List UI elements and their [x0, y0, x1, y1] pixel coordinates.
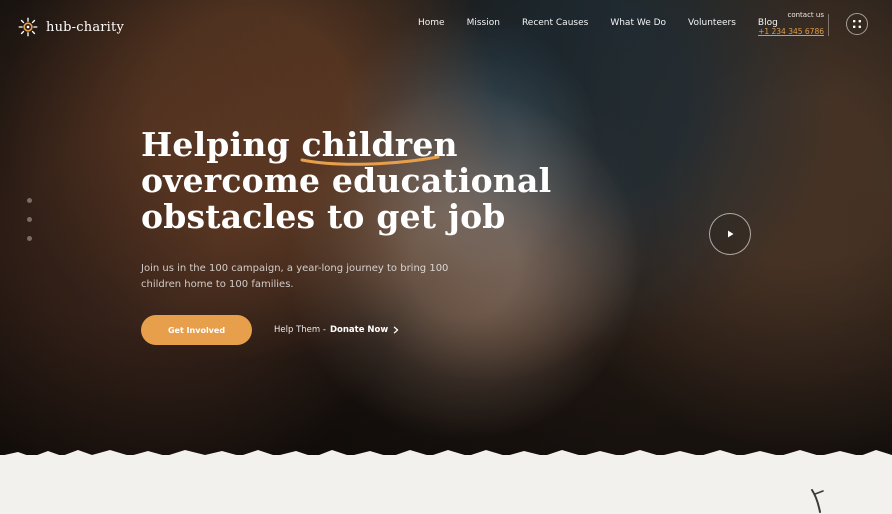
- nav-home[interactable]: Home: [418, 18, 445, 28]
- contact-phone-link[interactable]: +1 234 345 6786: [758, 27, 824, 36]
- hero-subtext: Join us in the 100 campaign, a year-long…: [141, 263, 449, 290]
- nav-recent-causes[interactable]: Recent Causes: [522, 18, 588, 28]
- highlighted-word: children: [300, 125, 458, 166]
- contact-label: contact us: [787, 11, 824, 19]
- torn-paper-divider: [0, 450, 892, 468]
- donate-now-label: Donate Now: [329, 325, 389, 335]
- hero-cta-row: Get Involved Help Them - Donate Now: [141, 315, 561, 345]
- hero-content: Helping children overcome educational ob…: [141, 127, 561, 345]
- help-prefix: Help Them -: [274, 325, 326, 335]
- play-video-button[interactable]: [709, 213, 751, 255]
- headline-part: obstacles to get job: [141, 197, 506, 236]
- headline-part: Helping: [141, 125, 290, 164]
- donate-link[interactable]: Help Them - Donate Now: [274, 325, 400, 335]
- play-icon: [728, 230, 734, 238]
- headline-part: overcome educational: [141, 161, 552, 200]
- nav-volunteers[interactable]: Volunteers: [688, 18, 736, 28]
- side-social-icons: [27, 198, 32, 241]
- hero-headline: Helping children overcome educational ob…: [141, 127, 561, 235]
- site-header: hub-charity Home Mission Recent Causes W…: [0, 0, 892, 54]
- headline-part: children: [301, 125, 458, 164]
- nav-what-we-do[interactable]: What We Do: [610, 18, 666, 28]
- decorative-branch: [811, 489, 824, 513]
- sun-logo-icon: [18, 17, 38, 37]
- main-nav: Home Mission Recent Causes What We Do Vo…: [418, 18, 778, 28]
- social-icon[interactable]: [27, 198, 32, 203]
- menu-button[interactable]: [846, 13, 868, 35]
- brand-name: hub-charity: [46, 19, 125, 35]
- chevron-right-icon: [393, 326, 399, 334]
- get-involved-button[interactable]: Get Involved: [141, 315, 252, 345]
- logo[interactable]: hub-charity: [18, 17, 124, 37]
- nav-mission[interactable]: Mission: [467, 18, 500, 28]
- social-icon[interactable]: [27, 236, 32, 241]
- header-divider: [828, 14, 829, 36]
- social-icon[interactable]: [27, 217, 32, 222]
- contact-block: contact us +1 234 345 6786: [752, 11, 824, 37]
- grid-menu-icon: [853, 20, 861, 28]
